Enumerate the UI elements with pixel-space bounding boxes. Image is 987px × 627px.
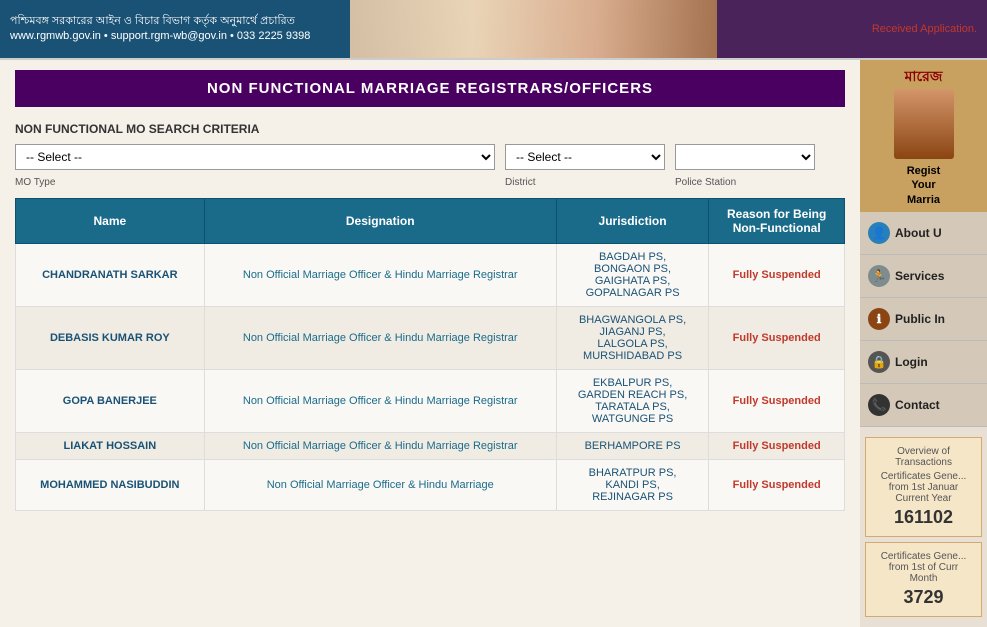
sidebar-item-about[interactable]: 👤 About U <box>860 212 987 255</box>
login-icon: 🔒 <box>868 351 890 373</box>
sidebar-item-public[interactable]: ℹ Public In <box>860 298 987 341</box>
ps-select[interactable] <box>675 144 815 170</box>
cell-reason: Fully Suspended <box>709 244 845 307</box>
cell-designation: Non Official Marriage Officer & Hindu Ma… <box>204 307 556 370</box>
cell-reason: Fully Suspended <box>709 370 845 433</box>
contact-label: Contact <box>895 398 940 412</box>
content-area: NON FUNCTIONAL MARRIAGE REGISTRARS/OFFIC… <box>0 60 860 627</box>
stats-box-1: Overview ofTransactions Certificates Gen… <box>865 437 982 537</box>
services-icon: 🏃 <box>868 265 890 287</box>
cell-name: CHANDRANATH SARKAR <box>16 244 205 307</box>
cell-jurisdiction: EKBALPUR PS, GARDEN REACH PS, TARATALA P… <box>556 370 709 433</box>
header-banner: পশ্চিমবঙ্গ সরকারের আইন ও বিচার বিভাগ কর্… <box>0 0 987 60</box>
header-left: পশ্চিমবঙ্গ সরকারের আইন ও বিচার বিভাগ কর্… <box>0 0 350 58</box>
cell-jurisdiction: BERHAMPORE PS <box>556 433 709 460</box>
stats-title-1: Overview ofTransactions <box>874 446 973 468</box>
header-right: Received Application. <box>717 0 987 58</box>
table-header: Name Designation Jurisdiction Reason for… <box>16 199 845 244</box>
sidebar-item-login[interactable]: 🔒 Login <box>860 341 987 384</box>
stats-number-2: 3729 <box>874 587 973 608</box>
stats-number-1: 161102 <box>874 507 973 528</box>
main-layout: NON FUNCTIONAL MARRIAGE REGISTRARS/OFFIC… <box>0 60 987 627</box>
cell-designation: Non Official Marriage Officer & Hindu Ma… <box>204 460 556 511</box>
sidebar-bangla-text: মারেজ <box>905 65 943 89</box>
stats-subtitle-1: Certificates Gene...from 1st JanuarCurre… <box>874 471 973 504</box>
mo-type-select[interactable]: -- Select -- <box>15 144 495 170</box>
cell-designation: Non Official Marriage Officer & Hindu Ma… <box>204 244 556 307</box>
right-sidebar: মারেজ RegistYourMarria 👤 About U 🏃 Servi… <box>860 60 987 627</box>
table-row: MOHAMMED NASIBUDDINNon Official Marriage… <box>16 460 845 511</box>
cell-name: DEBASIS KUMAR ROY <box>16 307 205 370</box>
col-designation: Designation <box>204 199 556 244</box>
about-label: About U <box>895 226 942 240</box>
cell-jurisdiction: BHARATPUR PS, KANDI PS, REJINAGAR PS <box>556 460 709 511</box>
logo-text: পশ্চিমবঙ্গ সরকারের আইন ও বিচার বিভাগ কর্… <box>10 14 310 45</box>
person-icon: 👤 <box>868 222 890 244</box>
page-title: NON FUNCTIONAL MARRIAGE REGISTRARS/OFFIC… <box>15 70 845 107</box>
search-row: -- Select -- -- Select -- <box>15 144 845 170</box>
cell-designation: Non Official Marriage Officer & Hindu Ma… <box>204 433 556 460</box>
cell-jurisdiction: BAGDAH PS, BONGAON PS, GAIGHATA PS, GOPA… <box>556 244 709 307</box>
cell-reason: Fully Suspended <box>709 460 845 511</box>
table-row: DEBASIS KUMAR ROYNon Official Marriage O… <box>16 307 845 370</box>
ps-label: Police Station <box>675 177 815 188</box>
mo-type-label: MO Type <box>15 177 495 188</box>
stats-title-2: Certificates Gene...from 1st of CurrMont… <box>874 551 973 584</box>
search-criteria-label: NON FUNCTIONAL MO SEARCH CRITERIA <box>15 122 845 136</box>
data-table: Name Designation Jurisdiction Reason for… <box>15 198 845 511</box>
col-name: Name <box>16 199 205 244</box>
stats-box-2: Certificates Gene...from 1st of CurrMont… <box>865 542 982 617</box>
cell-designation: Non Official Marriage Officer & Hindu Ma… <box>204 370 556 433</box>
stats-section: Overview ofTransactions Certificates Gen… <box>860 427 987 627</box>
cell-name: MOHAMMED NASIBUDDIN <box>16 460 205 511</box>
sidebar-banner-image <box>894 89 954 159</box>
login-label: Login <box>895 355 928 369</box>
sidebar-item-services[interactable]: 🏃 Services <box>860 255 987 298</box>
col-jurisdiction: Jurisdiction <box>556 199 709 244</box>
sidebar-banner: মারেজ RegistYourMarria <box>860 60 987 212</box>
public-icon: ℹ <box>868 308 890 330</box>
cell-name: GOPA BANERJEE <box>16 370 205 433</box>
services-label: Services <box>895 269 944 283</box>
sidebar-regist-text: RegistYourMarria <box>907 164 941 207</box>
flowers-decoration <box>350 0 717 58</box>
cell-name: LIAKAT HOSSAIN <box>16 433 205 460</box>
district-label: District <box>505 177 665 188</box>
field-labels-row: MO Type District Police Station <box>15 175 845 188</box>
table-body: CHANDRANATH SARKARNon Official Marriage … <box>16 244 845 511</box>
header-center <box>350 0 717 58</box>
table-row: CHANDRANATH SARKARNon Official Marriage … <box>16 244 845 307</box>
notification-text: Received Application. <box>872 23 977 35</box>
contact-icon: 📞 <box>868 394 890 416</box>
col-reason: Reason for BeingNon-Functional <box>709 199 845 244</box>
sidebar-item-contact[interactable]: 📞 Contact <box>860 384 987 427</box>
table-row: LIAKAT HOSSAINNon Official Marriage Offi… <box>16 433 845 460</box>
cell-reason: Fully Suspended <box>709 433 845 460</box>
table-row: GOPA BANERJEENon Official Marriage Offic… <box>16 370 845 433</box>
district-select[interactable]: -- Select -- <box>505 144 665 170</box>
cell-jurisdiction: BHAGWANGOLA PS, JIAGANJ PS, LALGOLA PS, … <box>556 307 709 370</box>
public-label: Public In <box>895 312 945 326</box>
cell-reason: Fully Suspended <box>709 307 845 370</box>
